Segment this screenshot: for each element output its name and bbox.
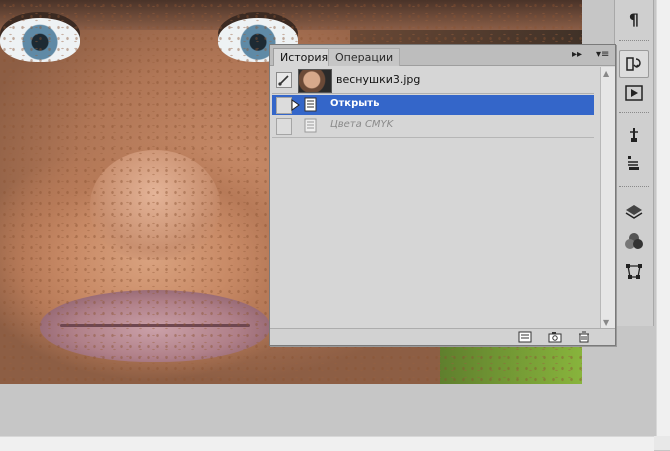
- trash-icon[interactable]: [578, 331, 594, 343]
- dock-separator: [619, 40, 649, 44]
- panel-dock: ¶: [614, 0, 654, 326]
- history-item-cmyk[interactable]: Цвета CMYK: [272, 116, 594, 136]
- paragraph-glyph: ¶: [628, 9, 640, 29]
- tool-presets-icon[interactable]: [620, 122, 648, 148]
- new-document-from-state-icon[interactable]: [518, 331, 534, 343]
- scrollbar-corner: [654, 436, 670, 450]
- history-snapshot[interactable]: веснушки3.jpg: [272, 67, 594, 94]
- paragraph-icon[interactable]: ¶: [620, 6, 648, 32]
- camera-snapshot-icon[interactable]: [548, 331, 564, 343]
- tab-history[interactable]: История: [273, 48, 336, 66]
- panel-footer: [270, 328, 615, 345]
- history-brush-icon[interactable]: [276, 72, 292, 88]
- history-panel: История Операции ▸▸ ▾≡ веснушки3.jpg Отк…: [269, 44, 616, 346]
- panel-menu-icon[interactable]: ▾≡: [596, 49, 609, 60]
- horizontal-scrollbar[interactable]: [0, 436, 654, 451]
- dock-separator: [619, 112, 649, 116]
- layers-icon[interactable]: [620, 198, 648, 224]
- history-item-open[interactable]: Открыть: [272, 95, 594, 115]
- history-item-label: Цвета CMYK: [330, 119, 394, 130]
- scroll-up-icon[interactable]: ▲: [603, 69, 609, 78]
- channels-icon[interactable]: [620, 228, 648, 254]
- history-source-checkbox[interactable]: [276, 97, 292, 114]
- tab-actions[interactable]: Операции: [328, 48, 401, 66]
- history-item-label: Открыть: [330, 98, 380, 109]
- actions-play-icon[interactable]: [620, 80, 648, 106]
- document-icon: [304, 97, 318, 112]
- history-state-slider-icon[interactable]: [291, 99, 300, 111]
- scroll-down-icon[interactable]: ▼: [603, 318, 609, 327]
- paths-icon[interactable]: [620, 258, 648, 284]
- panel-scrollbar[interactable]: ▲ ▼: [600, 67, 615, 329]
- snapshot-label: веснушки3.jpg: [336, 73, 421, 86]
- clone-source-icon[interactable]: [620, 150, 648, 176]
- dock-separator: [619, 186, 649, 190]
- snapshot-thumbnail: [298, 69, 332, 93]
- history-divider: [272, 137, 594, 138]
- vertical-scrollbar[interactable]: [656, 0, 670, 436]
- history-icon[interactable]: [619, 50, 649, 78]
- double-arrow-icon[interactable]: ▸▸: [572, 49, 582, 60]
- document-icon: [304, 118, 318, 133]
- history-source-checkbox[interactable]: [276, 118, 292, 135]
- panel-tab-bar: История Операции ▸▸ ▾≡: [270, 45, 615, 66]
